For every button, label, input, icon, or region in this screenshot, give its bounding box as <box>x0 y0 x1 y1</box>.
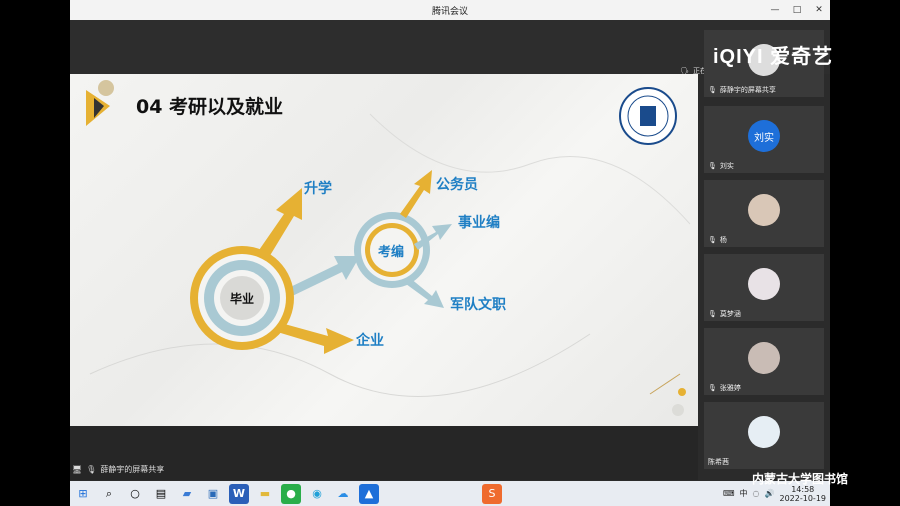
clock[interactable]: 14:58 2022-10-19 <box>780 485 827 503</box>
ime-indicator[interactable]: 中 <box>740 488 748 499</box>
maximize-button[interactable]: □ <box>786 0 808 20</box>
mic-icon: 🎙 <box>708 162 717 170</box>
wechat-icon[interactable]: ● <box>281 483 301 504</box>
shared-slide: 04 考研以及就业 毕业 考编 升学 企业 公务员 事业编 军队文职 <box>70 74 698 426</box>
arrow-civil-servant <box>400 170 432 218</box>
sogou-icon[interactable]: S <box>482 483 502 504</box>
label-enterprise: 企业 <box>356 333 384 349</box>
participant-name: 薛静宇的屏幕共享 <box>719 86 776 94</box>
widgets-icon[interactable]: ▤ <box>151 484 171 504</box>
avatar <box>748 268 780 300</box>
volume-icon[interactable]: 🔊 <box>765 489 775 498</box>
mic-icon: 🎙 <box>708 236 717 244</box>
participant-card[interactable]: 陈希茜 <box>704 402 824 469</box>
label-further-study: 升学 <box>304 181 332 197</box>
word-icon[interactable]: W <box>229 483 249 504</box>
close-button[interactable]: ✕ <box>808 0 830 20</box>
label-civil-servant: 公务员 <box>436 177 478 193</box>
avatar <box>748 416 780 448</box>
meeting-window: 腾讯会议 — □ ✕ 🗣 正在讲 <box>70 0 830 506</box>
window-controls: — □ ✕ <box>764 0 830 20</box>
tencent-meeting-icon[interactable]: ▲ <box>359 483 379 504</box>
participant-card[interactable]: 🎙 张雅婷 <box>704 328 824 395</box>
participant-card[interactable]: 刘实 🎙 刘实 <box>704 106 824 173</box>
edge-icon[interactable]: ◉ <box>307 484 327 504</box>
participant-name: 陈希茜 <box>708 458 729 466</box>
avatar: 刘实 <box>748 120 780 152</box>
mic-icon: 🎙 <box>86 465 97 474</box>
keyboard-icon[interactable]: ⌨ <box>723 489 735 498</box>
mic-icon: 🎙 <box>708 86 717 94</box>
participant-card[interactable]: 🎙 莫梦涵 <box>704 254 824 321</box>
participant-card[interactable]: 🎙 杨 <box>704 180 824 247</box>
windows-taskbar: ⊞ ⌕ ○ ▤ ▰ ▣ W ▬ ● ◉ ☁ ▲ S ⌨ 中 ◌ 🔊 14:58 … <box>70 481 830 506</box>
clock-date: 2022-10-19 <box>779 493 827 503</box>
participant-name: 刘实 <box>719 162 734 170</box>
arrow-military <box>406 278 444 308</box>
decor-dot <box>678 388 686 396</box>
sharer-name: 薛静宇的屏幕共享 <box>100 465 165 474</box>
minimize-button[interactable]: — <box>764 0 786 20</box>
brand-watermark: iQIYI 爱奇艺 <box>713 46 834 68</box>
mic-icon: 🎙 <box>708 310 717 318</box>
title-dot <box>98 80 114 96</box>
windows-start-icon[interactable]: ⊞ <box>73 484 93 504</box>
store-icon[interactable]: ▣ <box>203 484 223 504</box>
participant-name: 杨 <box>719 236 727 244</box>
sharer-indicator: 🖥 🎙 薛静宇的屏幕共享 <box>72 464 164 475</box>
decor-line <box>649 373 681 395</box>
sub-center-label: 考编 <box>378 245 405 260</box>
title-bar: 腾讯会议 — □ ✕ <box>70 0 830 20</box>
window-title: 腾讯会议 <box>431 6 468 17</box>
files-icon[interactable]: ▰ <box>177 484 197 504</box>
center-label: 毕业 <box>230 292 255 306</box>
screen-icon: 🖥 <box>72 465 83 474</box>
participant-name: 莫梦涵 <box>719 310 741 318</box>
search-icon[interactable]: ⌕ <box>99 484 119 504</box>
label-public-institution: 事业编 <box>458 215 500 231</box>
avatar <box>748 342 780 374</box>
library-watermark: 内蒙古大学图书馆 <box>752 472 849 486</box>
slide-title: 04 考研以及就业 <box>136 96 284 118</box>
decor-dot <box>672 404 684 416</box>
network-icon[interactable]: ◌ <box>753 489 760 498</box>
file-explorer-icon[interactable]: ▬ <box>255 484 275 504</box>
label-military: 军队文职 <box>450 297 506 313</box>
task-view-icon[interactable]: ○ <box>125 484 145 504</box>
mic-icon: 🎙 <box>708 384 717 392</box>
participant-name: 张雅婷 <box>719 384 741 392</box>
baidu-netdisk-icon[interactable]: ☁ <box>333 484 353 504</box>
avatar <box>748 194 780 226</box>
